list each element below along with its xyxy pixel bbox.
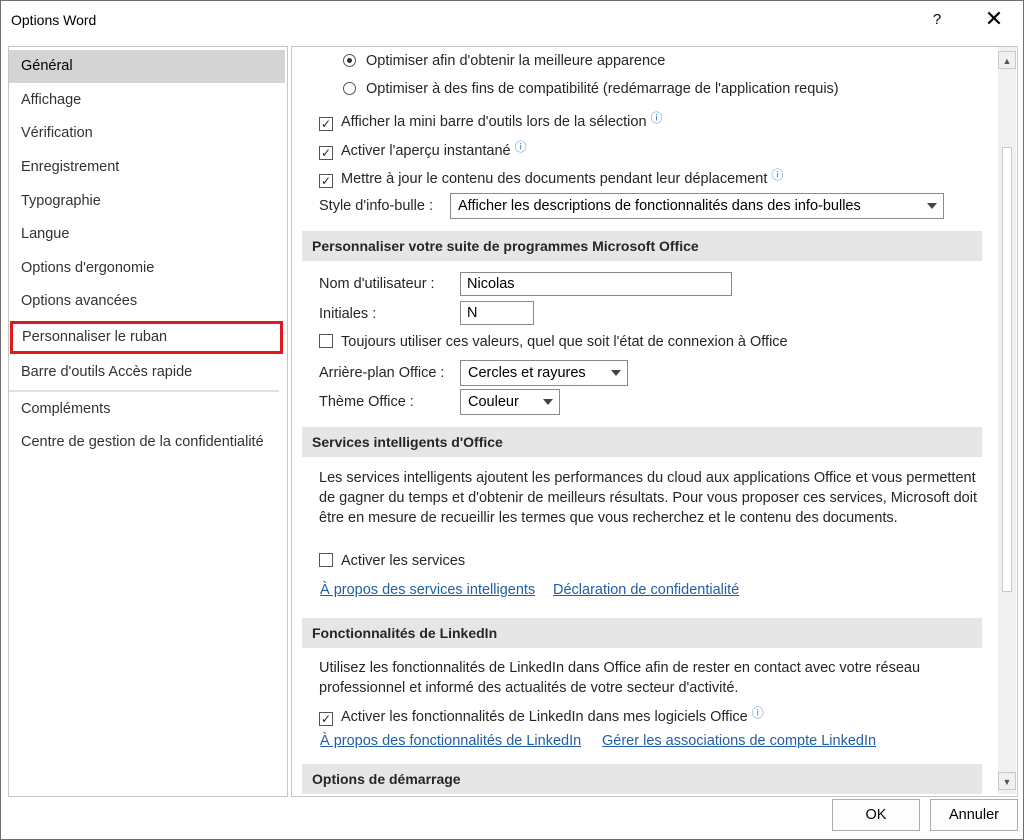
username-field[interactable]: Nicolas: [460, 272, 732, 296]
privacy-statement-link[interactable]: Déclaration de confidentialité: [553, 582, 739, 598]
scroll-down-icon[interactable]: ▼: [998, 772, 1016, 790]
sidebar-item-trust-center[interactable]: Centre de gestion de la confidentialité: [9, 426, 285, 459]
section-header-startup: Options de démarrage: [302, 764, 982, 794]
chevron-down-icon: [927, 203, 937, 209]
sidebar-item-save[interactable]: Enregistrement: [9, 151, 285, 184]
vertical-scrollbar[interactable]: ▲ ▼: [998, 47, 1016, 794]
enable-linkedin-row[interactable]: ✓ Activer les fonctionnalités de LinkedIn…: [319, 704, 764, 726]
radio-best-appearance[interactable]: [343, 54, 356, 67]
tooltip-style-label: Style d'info-bulle :: [319, 198, 433, 214]
office-theme-label: Thème Office :: [319, 394, 414, 410]
sidebar-item-typography[interactable]: Typographie: [9, 185, 285, 218]
options-dialog: Options Word ? ✕ Général Affichage Vérif…: [0, 0, 1024, 840]
info-icon[interactable]: ⓘ: [515, 140, 527, 154]
office-theme-value: Couleur: [468, 394, 519, 410]
chevron-down-icon: [611, 370, 621, 376]
close-button[interactable]: ✕: [976, 7, 1012, 33]
always-use-checkbox[interactable]: [319, 334, 333, 348]
intelligent-services-description: Les services intelligents ajoutent les p…: [319, 470, 978, 526]
section-header-personalize: Personnaliser votre suite de programmes …: [302, 231, 982, 261]
radio-compatibility-label: Optimiser à des fins de compatibilité (r…: [366, 81, 839, 97]
enable-services-row[interactable]: Activer les services: [319, 553, 465, 569]
linkedin-description: Utilisez les fonctionnalités de LinkedIn…: [319, 660, 921, 696]
scroll-up-icon[interactable]: ▲: [998, 51, 1016, 69]
office-background-label: Arrière-plan Office :: [319, 365, 445, 381]
sidebar-item-display[interactable]: Affichage: [9, 84, 285, 117]
sidebar-item-accessibility[interactable]: Options d'ergonomie: [9, 252, 285, 285]
radio-best-appearance-label: Optimiser afin d'obtenir la meilleure ap…: [366, 53, 666, 69]
section-header-intelligent-services: Services intelligents d'Office: [302, 427, 982, 457]
title-bar: Options Word ? ✕: [1, 1, 1023, 39]
general-options-panel: Optimiser afin d'obtenir la meilleure ap…: [291, 46, 1018, 797]
sidebar-item-quick-access-toolbar[interactable]: Barre d'outils Accès rapide: [9, 356, 285, 389]
info-icon[interactable]: ⓘ: [752, 706, 764, 720]
sidebar-item-general[interactable]: Général: [9, 50, 285, 83]
about-linkedin-link[interactable]: À propos des fonctionnalités de LinkedIn: [320, 733, 581, 749]
info-icon[interactable]: ⓘ: [771, 168, 783, 182]
category-sidebar: Général Affichage Vérification Enregistr…: [8, 46, 288, 797]
dialog-title: Options Word: [11, 12, 97, 28]
live-preview-label: Activer l'aperçu instantané: [341, 143, 511, 159]
about-intelligent-services-link[interactable]: À propos des services intelligents: [320, 582, 535, 598]
mini-toolbar-label: Afficher la mini barre d'outils lors de …: [341, 114, 647, 130]
cancel-button[interactable]: Annuler: [930, 799, 1018, 831]
radio-best-appearance-row[interactable]: Optimiser afin d'obtenir la meilleure ap…: [343, 53, 665, 69]
sidebar-separator: [9, 390, 279, 392]
sidebar-item-customize-ribbon[interactable]: Personnaliser le ruban: [10, 321, 283, 354]
sidebar-item-addins[interactable]: Compléments: [9, 393, 285, 426]
sidebar-item-proofing[interactable]: Vérification: [9, 117, 285, 150]
tooltip-style-select[interactable]: Afficher les descriptions de fonctionnal…: [450, 193, 944, 219]
office-background-value: Cercles et rayures: [468, 365, 586, 381]
radio-compatibility[interactable]: [343, 82, 356, 95]
live-preview-checkbox[interactable]: ✓: [319, 146, 333, 160]
chevron-down-icon: [543, 399, 553, 405]
office-theme-select[interactable]: Couleur: [460, 389, 560, 415]
update-drag-label: Mettre à jour le contenu des documents p…: [341, 171, 768, 187]
info-icon[interactable]: ⓘ: [651, 111, 663, 125]
sidebar-item-advanced[interactable]: Options avancées: [9, 285, 285, 318]
manage-linkedin-link[interactable]: Gérer les associations de compte LinkedI…: [602, 733, 876, 749]
username-label: Nom d'utilisateur :: [319, 276, 435, 292]
initials-field[interactable]: N: [460, 301, 534, 325]
radio-compatibility-row[interactable]: Optimiser à des fins de compatibilité (r…: [343, 81, 839, 97]
tooltip-style-value: Afficher les descriptions de fonctionnal…: [458, 198, 861, 214]
enable-services-label: Activer les services: [341, 553, 466, 569]
mini-toolbar-checkbox[interactable]: ✓: [319, 117, 333, 131]
update-drag-row[interactable]: ✓ Mettre à jour le contenu des documents …: [319, 166, 783, 188]
help-button[interactable]: ?: [919, 7, 955, 33]
scroll-thumb[interactable]: [1002, 147, 1012, 592]
enable-services-checkbox[interactable]: [319, 553, 333, 567]
enable-linkedin-label: Activer les fonctionnalités de LinkedIn …: [341, 709, 748, 725]
live-preview-row[interactable]: ✓ Activer l'aperçu instantané ⓘ: [319, 138, 527, 160]
always-use-row[interactable]: Toujours utiliser ces valeurs, quel que …: [319, 334, 788, 350]
initials-label: Initiales :: [319, 306, 377, 322]
always-use-label: Toujours utiliser ces valeurs, quel que …: [341, 334, 788, 350]
enable-linkedin-checkbox[interactable]: ✓: [319, 712, 333, 726]
update-drag-checkbox[interactable]: ✓: [319, 174, 333, 188]
ok-button[interactable]: OK: [832, 799, 920, 831]
office-background-select[interactable]: Cercles et rayures: [460, 360, 628, 386]
section-header-linkedin: Fonctionnalités de LinkedIn: [302, 618, 982, 648]
mini-toolbar-row[interactable]: ✓ Afficher la mini barre d'outils lors de…: [319, 109, 663, 131]
sidebar-item-language[interactable]: Langue: [9, 218, 285, 251]
